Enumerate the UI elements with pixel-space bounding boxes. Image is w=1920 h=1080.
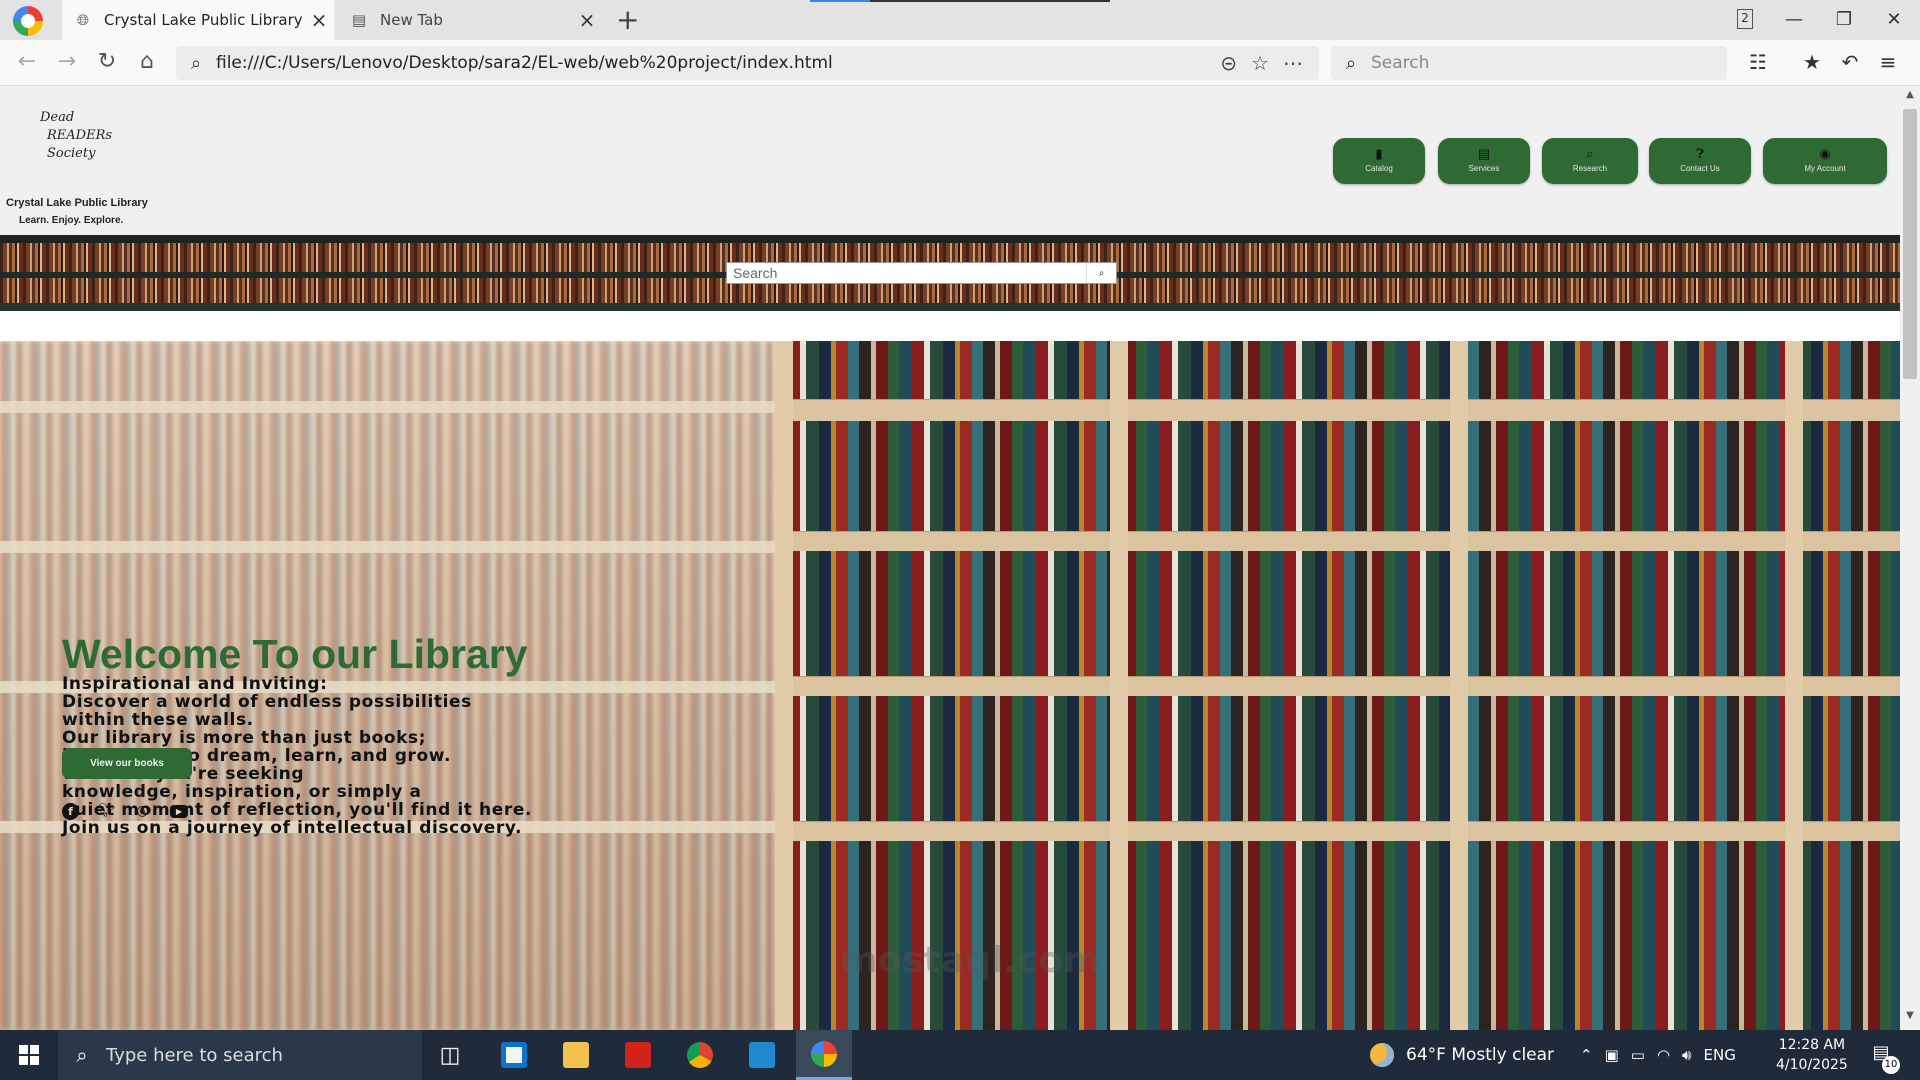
store-app-icon[interactable] xyxy=(486,1030,542,1080)
language-indicator[interactable]: ENG xyxy=(1704,1046,1736,1064)
nav-contact-us[interactable]: ❓︎ Contact Us xyxy=(1649,138,1751,184)
new-tab-plus-icon[interactable]: + xyxy=(616,4,639,36)
search-icon: ⌕ xyxy=(76,1043,88,1067)
apps-grid-icon[interactable]: ☷ xyxy=(1742,46,1774,78)
network-tray-icon[interactable]: ▣ xyxy=(1605,1046,1619,1064)
moon-weather-icon xyxy=(1370,1043,1394,1067)
instagram-icon[interactable]: ◎ xyxy=(134,803,151,820)
url-text[interactable]: file:///C:/Users/Lenovo/Desktop/sara2/EL… xyxy=(216,53,1220,73)
book-icon: ▮ xyxy=(1375,146,1383,161)
undo-icon[interactable]: ↶ xyxy=(1834,46,1866,78)
notifications-icon[interactable]: ▤ 10 xyxy=(1868,1042,1900,1074)
wifi-icon[interactable]: ◠ xyxy=(1657,1046,1670,1064)
chevron-up-icon[interactable]: ⌃ xyxy=(1580,1046,1593,1064)
search-icon: ⌕ xyxy=(190,52,202,74)
windows-taskbar: ⌕ Type here to search ◫ 64°F Mostly clea… xyxy=(0,1030,1920,1080)
search-icon: ⌕ xyxy=(1586,146,1594,161)
nav-catalog[interactable]: ▮ Catalog xyxy=(1333,138,1425,184)
site-header: Dead READERs Society Crystal Lake Public… xyxy=(0,87,1900,235)
close-tab-icon[interactable]: × xyxy=(304,8,334,32)
chrome-icon[interactable] xyxy=(672,1030,728,1080)
taskbar-search[interactable]: ⌕ Type here to search xyxy=(58,1030,422,1080)
hero-background-bookshelf xyxy=(775,341,1900,1030)
tab-strip: 🌐︎ Crystal Lake Public Library × ▤ New T… xyxy=(0,0,1920,40)
tab-crystal-lake[interactable]: 🌐︎ Crystal Lake Public Library × xyxy=(62,0,334,40)
forward-arrow-icon[interactable]: → xyxy=(51,46,83,78)
site-search-bar: ⌕ xyxy=(726,262,1117,284)
page-scrollbar[interactable]: ▲ ▼ xyxy=(1900,87,1920,1030)
restore-icon[interactable]: ❐ xyxy=(1824,4,1864,36)
minimize-icon[interactable]: — xyxy=(1774,4,1814,36)
address-bar[interactable]: ⌕ file:///C:/Users/Lenovo/Desktop/sara2/… xyxy=(176,46,1319,80)
hero-section: Welcome To our Library Inspirational and… xyxy=(0,341,1900,1030)
newtab-page-icon: ▤ xyxy=(351,11,367,29)
system-tray: ⌃ ▣ ▭ ◠ 🔊︎ ENG xyxy=(1580,1030,1736,1080)
clock-time: 12:28 AM xyxy=(1778,1037,1846,1053)
bookmark-star-icon[interactable]: ☆ xyxy=(1251,51,1269,75)
file-explorer-icon[interactable] xyxy=(548,1030,604,1080)
notification-count-badge: 10 xyxy=(1882,1056,1900,1074)
tab-title: New Tab xyxy=(380,11,443,29)
hero-title: Welcome To our Library xyxy=(62,631,528,677)
vscode-icon[interactable] xyxy=(734,1030,790,1080)
reload-icon[interactable]: ↻ xyxy=(91,46,123,78)
volume-icon[interactable]: 🔊︎ xyxy=(1682,1046,1691,1064)
facebook-icon[interactable]: f xyxy=(62,803,79,820)
browser-logo-icon[interactable] xyxy=(13,6,43,36)
more-actions-icon[interactable]: ⋯ xyxy=(1283,51,1303,75)
weather-widget[interactable]: 64°F Mostly clear xyxy=(1370,1030,1554,1080)
social-links: f 🐦︎ ◎ ▶ xyxy=(62,803,188,820)
favorites-icon[interactable]: ★ xyxy=(1796,46,1828,78)
site-search-button[interactable]: ⌕ xyxy=(1086,263,1116,283)
clock-date: 4/10/2025 xyxy=(1776,1057,1848,1073)
newspaper-icon: ▤ xyxy=(1477,146,1491,161)
menu-hamburger-icon[interactable]: ≡ xyxy=(1872,46,1904,78)
tab-title: Crystal Lake Public Library xyxy=(104,11,303,29)
scroll-down-icon[interactable]: ▼ xyxy=(1900,1010,1920,1028)
youtube-icon[interactable]: ▶ xyxy=(170,805,188,818)
windows-logo-icon xyxy=(19,1045,39,1065)
library-page: Dead READERs Society Crystal Lake Public… xyxy=(0,87,1900,1030)
site-logo[interactable]: Dead READERs Society xyxy=(40,109,112,163)
scroll-up-icon[interactable]: ▲ xyxy=(1900,89,1920,107)
watermark: mostaql.com xyxy=(840,940,1101,981)
tab-loading-bar xyxy=(810,0,1110,2)
nav-research[interactable]: ⌕ Research xyxy=(1542,138,1638,184)
acrobat-icon[interactable] xyxy=(610,1030,666,1080)
browser-search-input[interactable] xyxy=(1371,53,1727,73)
nav-services[interactable]: ▤ Services xyxy=(1438,138,1530,184)
clock[interactable]: 12:28 AM 4/10/2025 xyxy=(1776,1035,1848,1075)
search-icon: ⌕ xyxy=(1345,52,1357,74)
page-viewport: Dead READERs Society Crystal Lake Public… xyxy=(0,87,1920,1030)
battery-icon[interactable]: ▭ xyxy=(1631,1046,1645,1064)
site-search-input[interactable] xyxy=(727,263,1086,283)
weather-text: 64°F Mostly clear xyxy=(1406,1045,1555,1065)
twitter-icon[interactable]: 🐦︎ xyxy=(98,803,116,820)
browser-search-box[interactable]: ⌕ xyxy=(1331,46,1727,80)
window-count-badge[interactable]: 2 xyxy=(1737,9,1753,29)
tab-new-tab[interactable]: ▤ New Tab × xyxy=(338,0,602,40)
view-books-button[interactable]: View our books xyxy=(62,748,192,779)
back-arrow-icon[interactable]: ← xyxy=(11,46,43,78)
taskbar-search-placeholder: Type here to search xyxy=(106,1044,283,1066)
scrollbar-thumb[interactable] xyxy=(1903,109,1917,379)
browser-toolbar: ← → ↻ ⌂ ⌕ file:///C:/Users/Lenovo/Deskto… xyxy=(0,40,1920,86)
browser-taskbar-icon[interactable] xyxy=(796,1030,852,1080)
start-button[interactable] xyxy=(0,1030,58,1080)
question-icon: ❓︎ xyxy=(1696,146,1704,161)
globe-icon: 🌐︎ xyxy=(76,11,89,29)
user-circle-icon: ◉ xyxy=(1819,146,1831,161)
bookshelf-banner: ⌕ xyxy=(0,235,1900,311)
site-tagline: Learn. Enjoy. Explore. xyxy=(19,215,124,226)
home-icon[interactable]: ⌂ xyxy=(131,46,163,78)
site-name: Crystal Lake Public Library xyxy=(6,197,148,209)
search-icon: ⌕ xyxy=(1098,267,1105,279)
task-view-icon[interactable]: ◫ xyxy=(422,1030,478,1080)
zoom-out-icon[interactable]: ⊝ xyxy=(1220,51,1237,75)
close-tab-icon[interactable]: × xyxy=(572,8,602,32)
close-window-icon[interactable]: ✕ xyxy=(1874,4,1914,36)
nav-my-account[interactable]: ◉ My Account xyxy=(1763,138,1887,184)
